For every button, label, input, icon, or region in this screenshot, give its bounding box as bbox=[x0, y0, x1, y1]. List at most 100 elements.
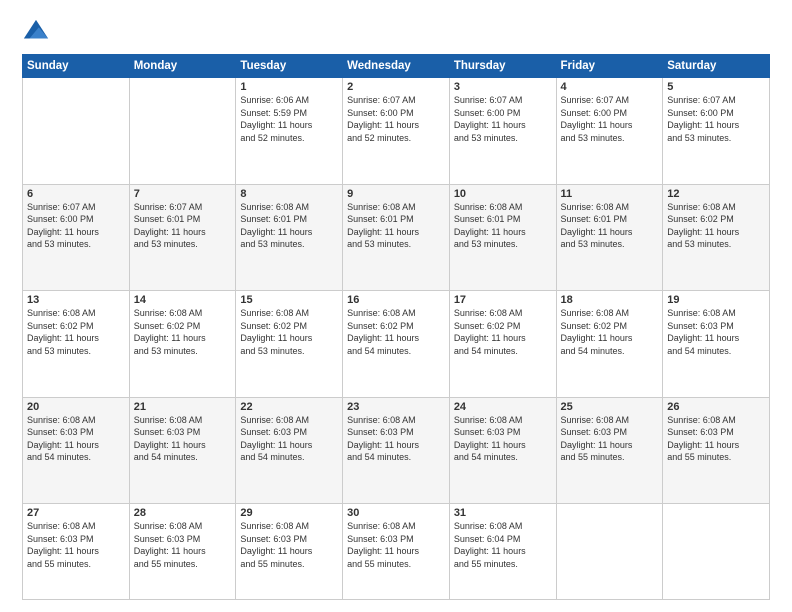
calendar-cell: 5Sunrise: 6:07 AM Sunset: 6:00 PM Daylig… bbox=[663, 78, 770, 185]
day-info: Sunrise: 6:08 AM Sunset: 6:03 PM Dayligh… bbox=[240, 414, 338, 464]
day-number: 11 bbox=[561, 188, 659, 200]
day-info: Sunrise: 6:08 AM Sunset: 6:03 PM Dayligh… bbox=[27, 520, 125, 570]
day-info: Sunrise: 6:08 AM Sunset: 6:01 PM Dayligh… bbox=[347, 201, 445, 251]
day-number: 4 bbox=[561, 81, 659, 93]
calendar-cell: 25Sunrise: 6:08 AM Sunset: 6:03 PM Dayli… bbox=[556, 397, 663, 504]
day-number: 14 bbox=[134, 294, 232, 306]
day-number: 3 bbox=[454, 81, 552, 93]
calendar-cell: 7Sunrise: 6:07 AM Sunset: 6:01 PM Daylig… bbox=[129, 184, 236, 291]
calendar-body: 1Sunrise: 6:06 AM Sunset: 5:59 PM Daylig… bbox=[23, 78, 770, 600]
calendar-cell: 11Sunrise: 6:08 AM Sunset: 6:01 PM Dayli… bbox=[556, 184, 663, 291]
day-info: Sunrise: 6:08 AM Sunset: 6:03 PM Dayligh… bbox=[134, 520, 232, 570]
day-number: 13 bbox=[27, 294, 125, 306]
calendar-cell: 9Sunrise: 6:08 AM Sunset: 6:01 PM Daylig… bbox=[343, 184, 450, 291]
day-info: Sunrise: 6:08 AM Sunset: 6:01 PM Dayligh… bbox=[454, 201, 552, 251]
calendar-cell: 27Sunrise: 6:08 AM Sunset: 6:03 PM Dayli… bbox=[23, 504, 130, 600]
day-info: Sunrise: 6:06 AM Sunset: 5:59 PM Dayligh… bbox=[240, 94, 338, 144]
day-info: Sunrise: 6:08 AM Sunset: 6:03 PM Dayligh… bbox=[134, 414, 232, 464]
day-number: 7 bbox=[134, 188, 232, 200]
day-number: 26 bbox=[667, 401, 765, 413]
day-number: 25 bbox=[561, 401, 659, 413]
day-info: Sunrise: 6:07 AM Sunset: 6:00 PM Dayligh… bbox=[27, 201, 125, 251]
day-info: Sunrise: 6:08 AM Sunset: 6:03 PM Dayligh… bbox=[347, 414, 445, 464]
day-number: 1 bbox=[240, 81, 338, 93]
day-info: Sunrise: 6:07 AM Sunset: 6:00 PM Dayligh… bbox=[667, 94, 765, 144]
calendar-cell: 17Sunrise: 6:08 AM Sunset: 6:02 PM Dayli… bbox=[449, 291, 556, 398]
calendar-week-row: 27Sunrise: 6:08 AM Sunset: 6:03 PM Dayli… bbox=[23, 504, 770, 600]
day-number: 2 bbox=[347, 81, 445, 93]
calendar-cell: 21Sunrise: 6:08 AM Sunset: 6:03 PM Dayli… bbox=[129, 397, 236, 504]
calendar-cell: 22Sunrise: 6:08 AM Sunset: 6:03 PM Dayli… bbox=[236, 397, 343, 504]
day-info: Sunrise: 6:08 AM Sunset: 6:01 PM Dayligh… bbox=[561, 201, 659, 251]
day-info: Sunrise: 6:08 AM Sunset: 6:02 PM Dayligh… bbox=[561, 307, 659, 357]
weekday-header: Saturday bbox=[663, 55, 770, 78]
day-info: Sunrise: 6:08 AM Sunset: 6:03 PM Dayligh… bbox=[667, 414, 765, 464]
calendar-cell: 18Sunrise: 6:08 AM Sunset: 6:02 PM Dayli… bbox=[556, 291, 663, 398]
day-number: 8 bbox=[240, 188, 338, 200]
day-info: Sunrise: 6:07 AM Sunset: 6:00 PM Dayligh… bbox=[561, 94, 659, 144]
day-number: 16 bbox=[347, 294, 445, 306]
calendar-cell bbox=[23, 78, 130, 185]
calendar-cell: 14Sunrise: 6:08 AM Sunset: 6:02 PM Dayli… bbox=[129, 291, 236, 398]
weekday-header: Wednesday bbox=[343, 55, 450, 78]
day-info: Sunrise: 6:08 AM Sunset: 6:01 PM Dayligh… bbox=[240, 201, 338, 251]
calendar-cell bbox=[663, 504, 770, 600]
calendar-week-row: 20Sunrise: 6:08 AM Sunset: 6:03 PM Dayli… bbox=[23, 397, 770, 504]
day-info: Sunrise: 6:07 AM Sunset: 6:00 PM Dayligh… bbox=[347, 94, 445, 144]
calendar-cell: 28Sunrise: 6:08 AM Sunset: 6:03 PM Dayli… bbox=[129, 504, 236, 600]
day-number: 15 bbox=[240, 294, 338, 306]
day-number: 27 bbox=[27, 507, 125, 519]
calendar-cell: 29Sunrise: 6:08 AM Sunset: 6:03 PM Dayli… bbox=[236, 504, 343, 600]
day-number: 5 bbox=[667, 81, 765, 93]
calendar-cell: 24Sunrise: 6:08 AM Sunset: 6:03 PM Dayli… bbox=[449, 397, 556, 504]
day-number: 28 bbox=[134, 507, 232, 519]
day-info: Sunrise: 6:08 AM Sunset: 6:03 PM Dayligh… bbox=[667, 307, 765, 357]
calendar-cell: 13Sunrise: 6:08 AM Sunset: 6:02 PM Dayli… bbox=[23, 291, 130, 398]
weekday-header: Friday bbox=[556, 55, 663, 78]
calendar: SundayMondayTuesdayWednesdayThursdayFrid… bbox=[22, 54, 770, 600]
calendar-cell: 1Sunrise: 6:06 AM Sunset: 5:59 PM Daylig… bbox=[236, 78, 343, 185]
calendar-cell: 20Sunrise: 6:08 AM Sunset: 6:03 PM Dayli… bbox=[23, 397, 130, 504]
logo bbox=[22, 18, 54, 46]
calendar-cell: 23Sunrise: 6:08 AM Sunset: 6:03 PM Dayli… bbox=[343, 397, 450, 504]
day-info: Sunrise: 6:08 AM Sunset: 6:03 PM Dayligh… bbox=[27, 414, 125, 464]
calendar-cell bbox=[556, 504, 663, 600]
day-number: 19 bbox=[667, 294, 765, 306]
calendar-week-row: 6Sunrise: 6:07 AM Sunset: 6:00 PM Daylig… bbox=[23, 184, 770, 291]
day-info: Sunrise: 6:08 AM Sunset: 6:03 PM Dayligh… bbox=[347, 520, 445, 570]
day-info: Sunrise: 6:08 AM Sunset: 6:02 PM Dayligh… bbox=[347, 307, 445, 357]
calendar-cell: 15Sunrise: 6:08 AM Sunset: 6:02 PM Dayli… bbox=[236, 291, 343, 398]
calendar-cell: 16Sunrise: 6:08 AM Sunset: 6:02 PM Dayli… bbox=[343, 291, 450, 398]
weekday-header: Sunday bbox=[23, 55, 130, 78]
day-number: 12 bbox=[667, 188, 765, 200]
day-number: 18 bbox=[561, 294, 659, 306]
calendar-cell: 26Sunrise: 6:08 AM Sunset: 6:03 PM Dayli… bbox=[663, 397, 770, 504]
calendar-cell: 30Sunrise: 6:08 AM Sunset: 6:03 PM Dayli… bbox=[343, 504, 450, 600]
calendar-cell bbox=[129, 78, 236, 185]
weekday-header: Thursday bbox=[449, 55, 556, 78]
day-info: Sunrise: 6:08 AM Sunset: 6:04 PM Dayligh… bbox=[454, 520, 552, 570]
weekday-row: SundayMondayTuesdayWednesdayThursdayFrid… bbox=[23, 55, 770, 78]
calendar-week-row: 1Sunrise: 6:06 AM Sunset: 5:59 PM Daylig… bbox=[23, 78, 770, 185]
day-number: 9 bbox=[347, 188, 445, 200]
day-number: 22 bbox=[240, 401, 338, 413]
weekday-header: Tuesday bbox=[236, 55, 343, 78]
day-number: 6 bbox=[27, 188, 125, 200]
day-number: 30 bbox=[347, 507, 445, 519]
day-info: Sunrise: 6:08 AM Sunset: 6:02 PM Dayligh… bbox=[134, 307, 232, 357]
day-info: Sunrise: 6:08 AM Sunset: 6:03 PM Dayligh… bbox=[561, 414, 659, 464]
day-number: 31 bbox=[454, 507, 552, 519]
day-number: 17 bbox=[454, 294, 552, 306]
calendar-cell: 6Sunrise: 6:07 AM Sunset: 6:00 PM Daylig… bbox=[23, 184, 130, 291]
day-info: Sunrise: 6:07 AM Sunset: 6:01 PM Dayligh… bbox=[134, 201, 232, 251]
calendar-cell: 19Sunrise: 6:08 AM Sunset: 6:03 PM Dayli… bbox=[663, 291, 770, 398]
day-number: 23 bbox=[347, 401, 445, 413]
calendar-cell: 31Sunrise: 6:08 AM Sunset: 6:04 PM Dayli… bbox=[449, 504, 556, 600]
day-info: Sunrise: 6:08 AM Sunset: 6:02 PM Dayligh… bbox=[240, 307, 338, 357]
day-info: Sunrise: 6:08 AM Sunset: 6:03 PM Dayligh… bbox=[240, 520, 338, 570]
calendar-cell: 8Sunrise: 6:08 AM Sunset: 6:01 PM Daylig… bbox=[236, 184, 343, 291]
day-info: Sunrise: 6:08 AM Sunset: 6:03 PM Dayligh… bbox=[454, 414, 552, 464]
day-number: 29 bbox=[240, 507, 338, 519]
day-number: 21 bbox=[134, 401, 232, 413]
day-number: 20 bbox=[27, 401, 125, 413]
